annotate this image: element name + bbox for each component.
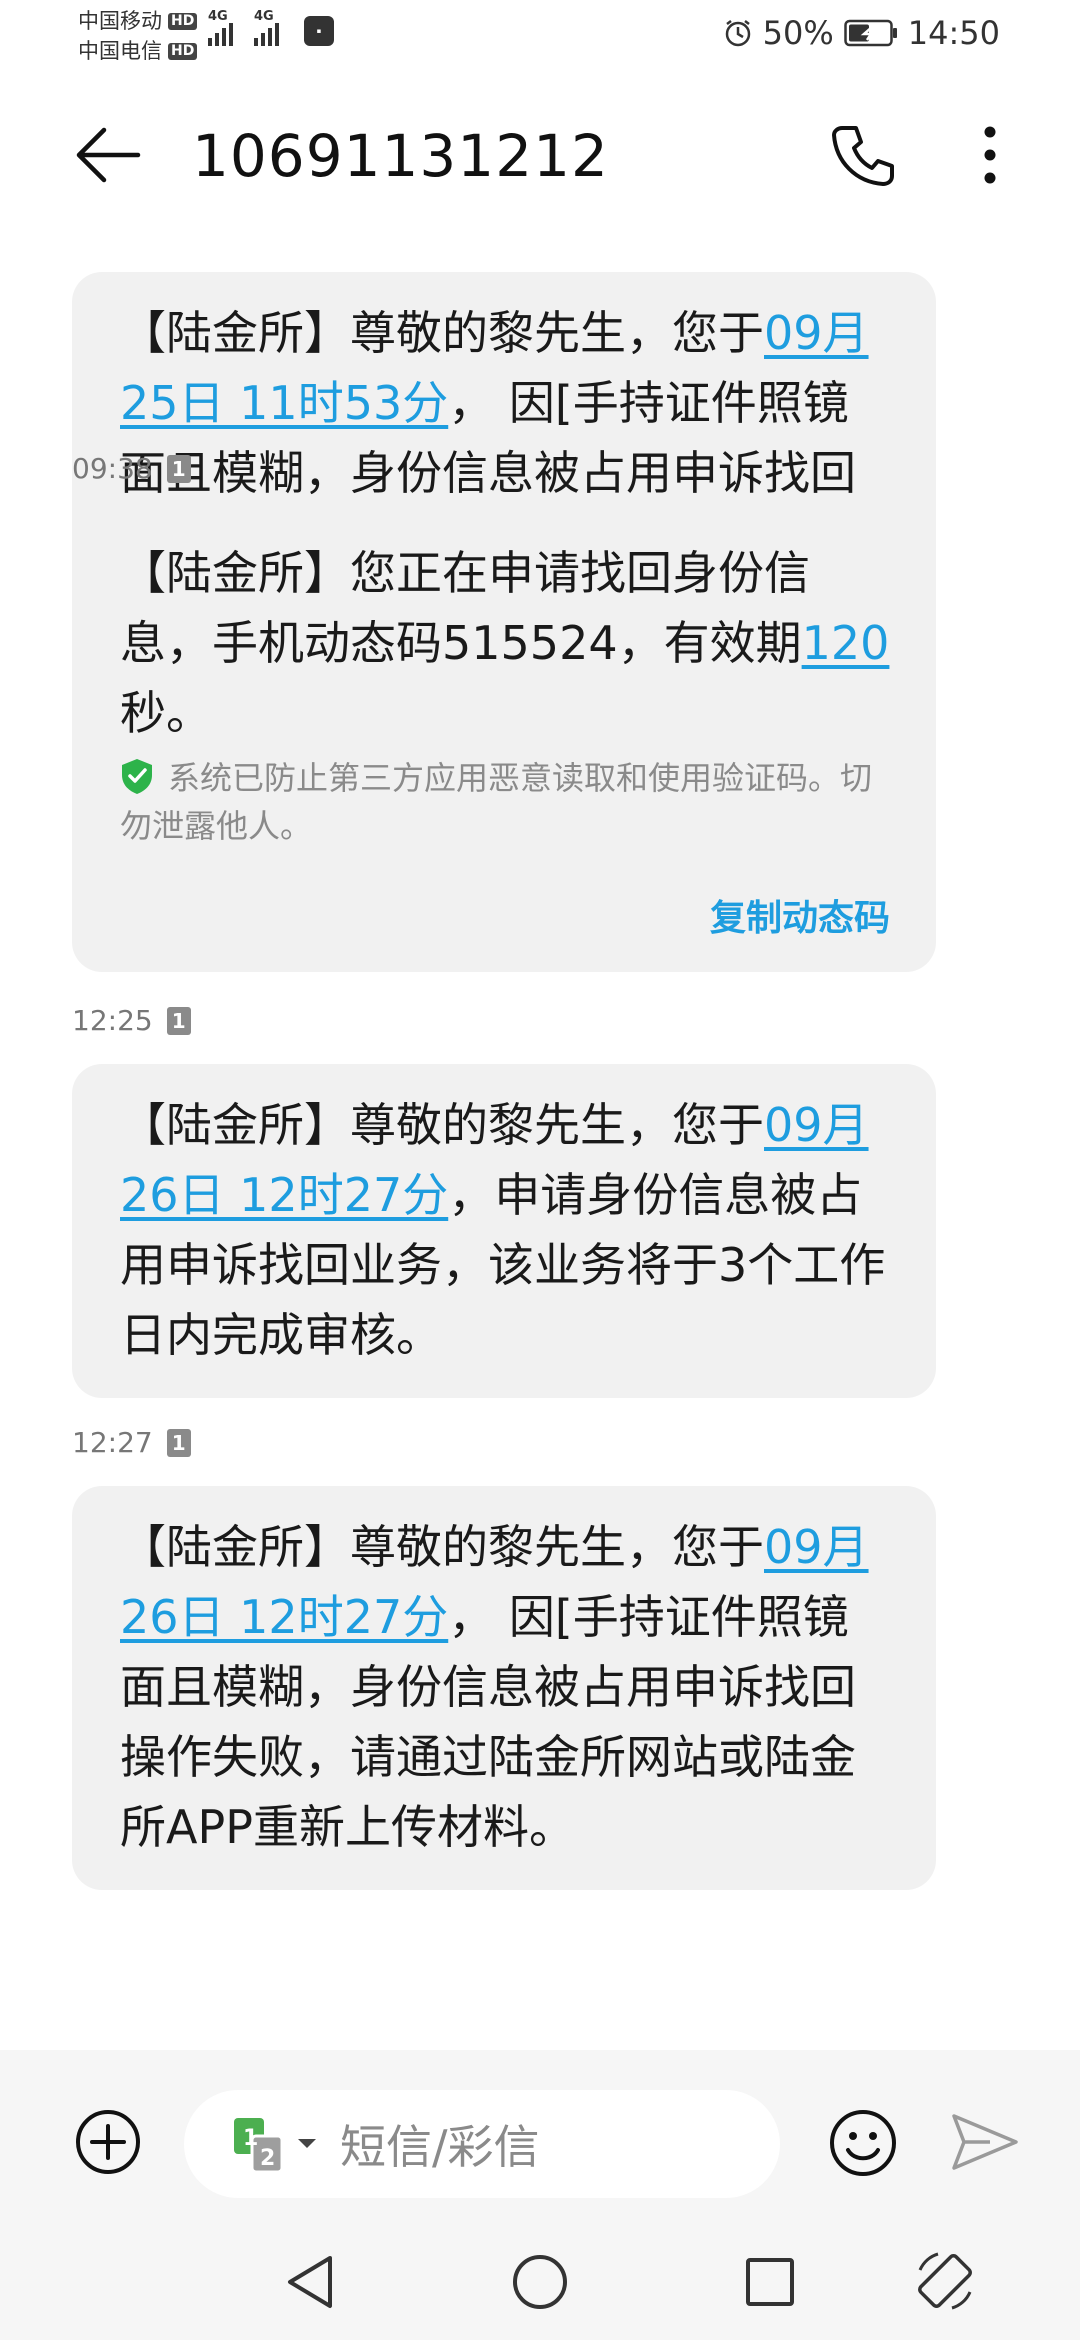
carrier-1-name: 中国移动 xyxy=(78,9,162,33)
sim-badge: 1 xyxy=(166,1428,191,1457)
message-list[interactable]: 【陆金所】尊敬的黎先生，您于09月25日 11时53分， 因[手持证件照镜面且模… xyxy=(0,240,1080,2050)
message-text: 秒。 xyxy=(120,686,212,740)
sim-secondary-label: 2 xyxy=(260,2146,275,2171)
back-arrow-icon[interactable] xyxy=(72,120,142,190)
sim-switch-icon: 1 2 xyxy=(234,2118,284,2174)
nav-recent-icon[interactable] xyxy=(742,2254,798,2310)
battery-icon xyxy=(844,19,897,47)
network-type-2: 4G xyxy=(254,9,274,24)
security-notice: 系统已防止第三方应用恶意读取和使用验证码。切勿泄露他人。 xyxy=(120,754,890,850)
message-text: 【陆金所】尊敬的黎先生，您于 xyxy=(120,306,764,360)
network-type-1: 4G xyxy=(208,9,228,24)
message-bubble[interactable]: 【陆金所】尊敬的黎先生，您于09月26日 12时27分，申请身份信息被占用申诉找… xyxy=(72,1064,936,1398)
phone-icon[interactable] xyxy=(828,120,898,190)
sender-number: 10691131212 xyxy=(192,122,609,190)
app-notification-icon: ▪ xyxy=(304,16,334,46)
message-input[interactable]: 1 2 短信/彩信 xyxy=(184,2090,780,2198)
message-bubble[interactable]: 【陆金所】尊敬的黎先生，您于09月26日 12时27分， 因[手持证件照镜面且模… xyxy=(72,1486,936,1890)
compose-bar: 1 2 短信/彩信 xyxy=(0,2050,1080,2230)
sim-selector[interactable]: 1 2 xyxy=(230,2114,318,2174)
hd-badge: HD xyxy=(168,12,198,30)
more-vertical-icon[interactable] xyxy=(962,120,1018,190)
status-bar: 中国移动 HD 中国电信 HD 4G 4G ▪ 50% 14:50 xyxy=(0,0,1080,80)
chevron-down-icon xyxy=(298,2139,316,2148)
sim-badge: 1 xyxy=(166,1006,191,1035)
carrier-2-name: 中国电信 xyxy=(78,39,162,63)
battery-percent: 50% xyxy=(762,14,834,52)
system-navigation-bar xyxy=(0,2230,1080,2340)
message-text: 【陆金所】尊敬的黎先生，您于 xyxy=(120,1098,764,1152)
rotate-icon[interactable] xyxy=(910,2246,980,2316)
signal-indicators: 4G 4G ▪ xyxy=(208,9,334,46)
conversation-header: 10691131212 xyxy=(0,80,1080,240)
shield-check-icon xyxy=(122,759,152,794)
send-icon[interactable] xyxy=(950,2110,1020,2174)
message-time: 09:38 xyxy=(72,452,153,485)
carrier-info: 中国移动 HD 中国电信 HD xyxy=(78,6,198,66)
emoji-icon[interactable] xyxy=(828,2108,898,2178)
security-notice-text: 系统已防止第三方应用恶意读取和使用验证码。切勿泄露他人。 xyxy=(120,759,873,845)
plus-circle-icon[interactable] xyxy=(74,2108,142,2176)
message-time: 12:25 xyxy=(72,1004,153,1037)
message-meta: 12:27 1 xyxy=(72,1426,191,1459)
message-text: 【陆金所】尊敬的黎先生，您于 xyxy=(120,1520,764,1574)
message-text: 【陆金所】您正在申请找回身份信息，手机动态码515524，有效期 xyxy=(120,546,810,670)
signal-1-icon: 4G xyxy=(208,9,236,46)
signal-2-icon: 4G xyxy=(254,9,282,46)
message-time: 12:27 xyxy=(72,1426,153,1459)
message-meta: 09:38 1 xyxy=(72,452,191,485)
sim-badge: 1 xyxy=(166,454,191,483)
status-right: 50% 14:50 xyxy=(723,14,1000,52)
message-meta: 12:25 1 xyxy=(72,1004,191,1037)
duration-link[interactable]: 120 xyxy=(802,616,890,670)
alarm-icon xyxy=(725,20,750,47)
hd-badge: HD xyxy=(168,42,198,60)
sms-conversation-screen: 中国移动 HD 中国电信 HD 4G 4G ▪ 50% 14:50 106911… xyxy=(0,0,1080,2340)
nav-home-icon[interactable] xyxy=(510,2252,570,2312)
nav-back-icon[interactable] xyxy=(282,2252,338,2312)
sim-primary-label: 1 xyxy=(243,2126,258,2151)
message-bubble[interactable]: 【陆金所】您正在申请找回身份信息，手机动态码515524，有效期120 秒。 系统… xyxy=(72,512,936,972)
copy-code-button[interactable]: 复制动态码 xyxy=(120,894,890,944)
input-placeholder: 短信/彩信 xyxy=(340,2120,540,2174)
clock: 14:50 xyxy=(907,14,1000,52)
